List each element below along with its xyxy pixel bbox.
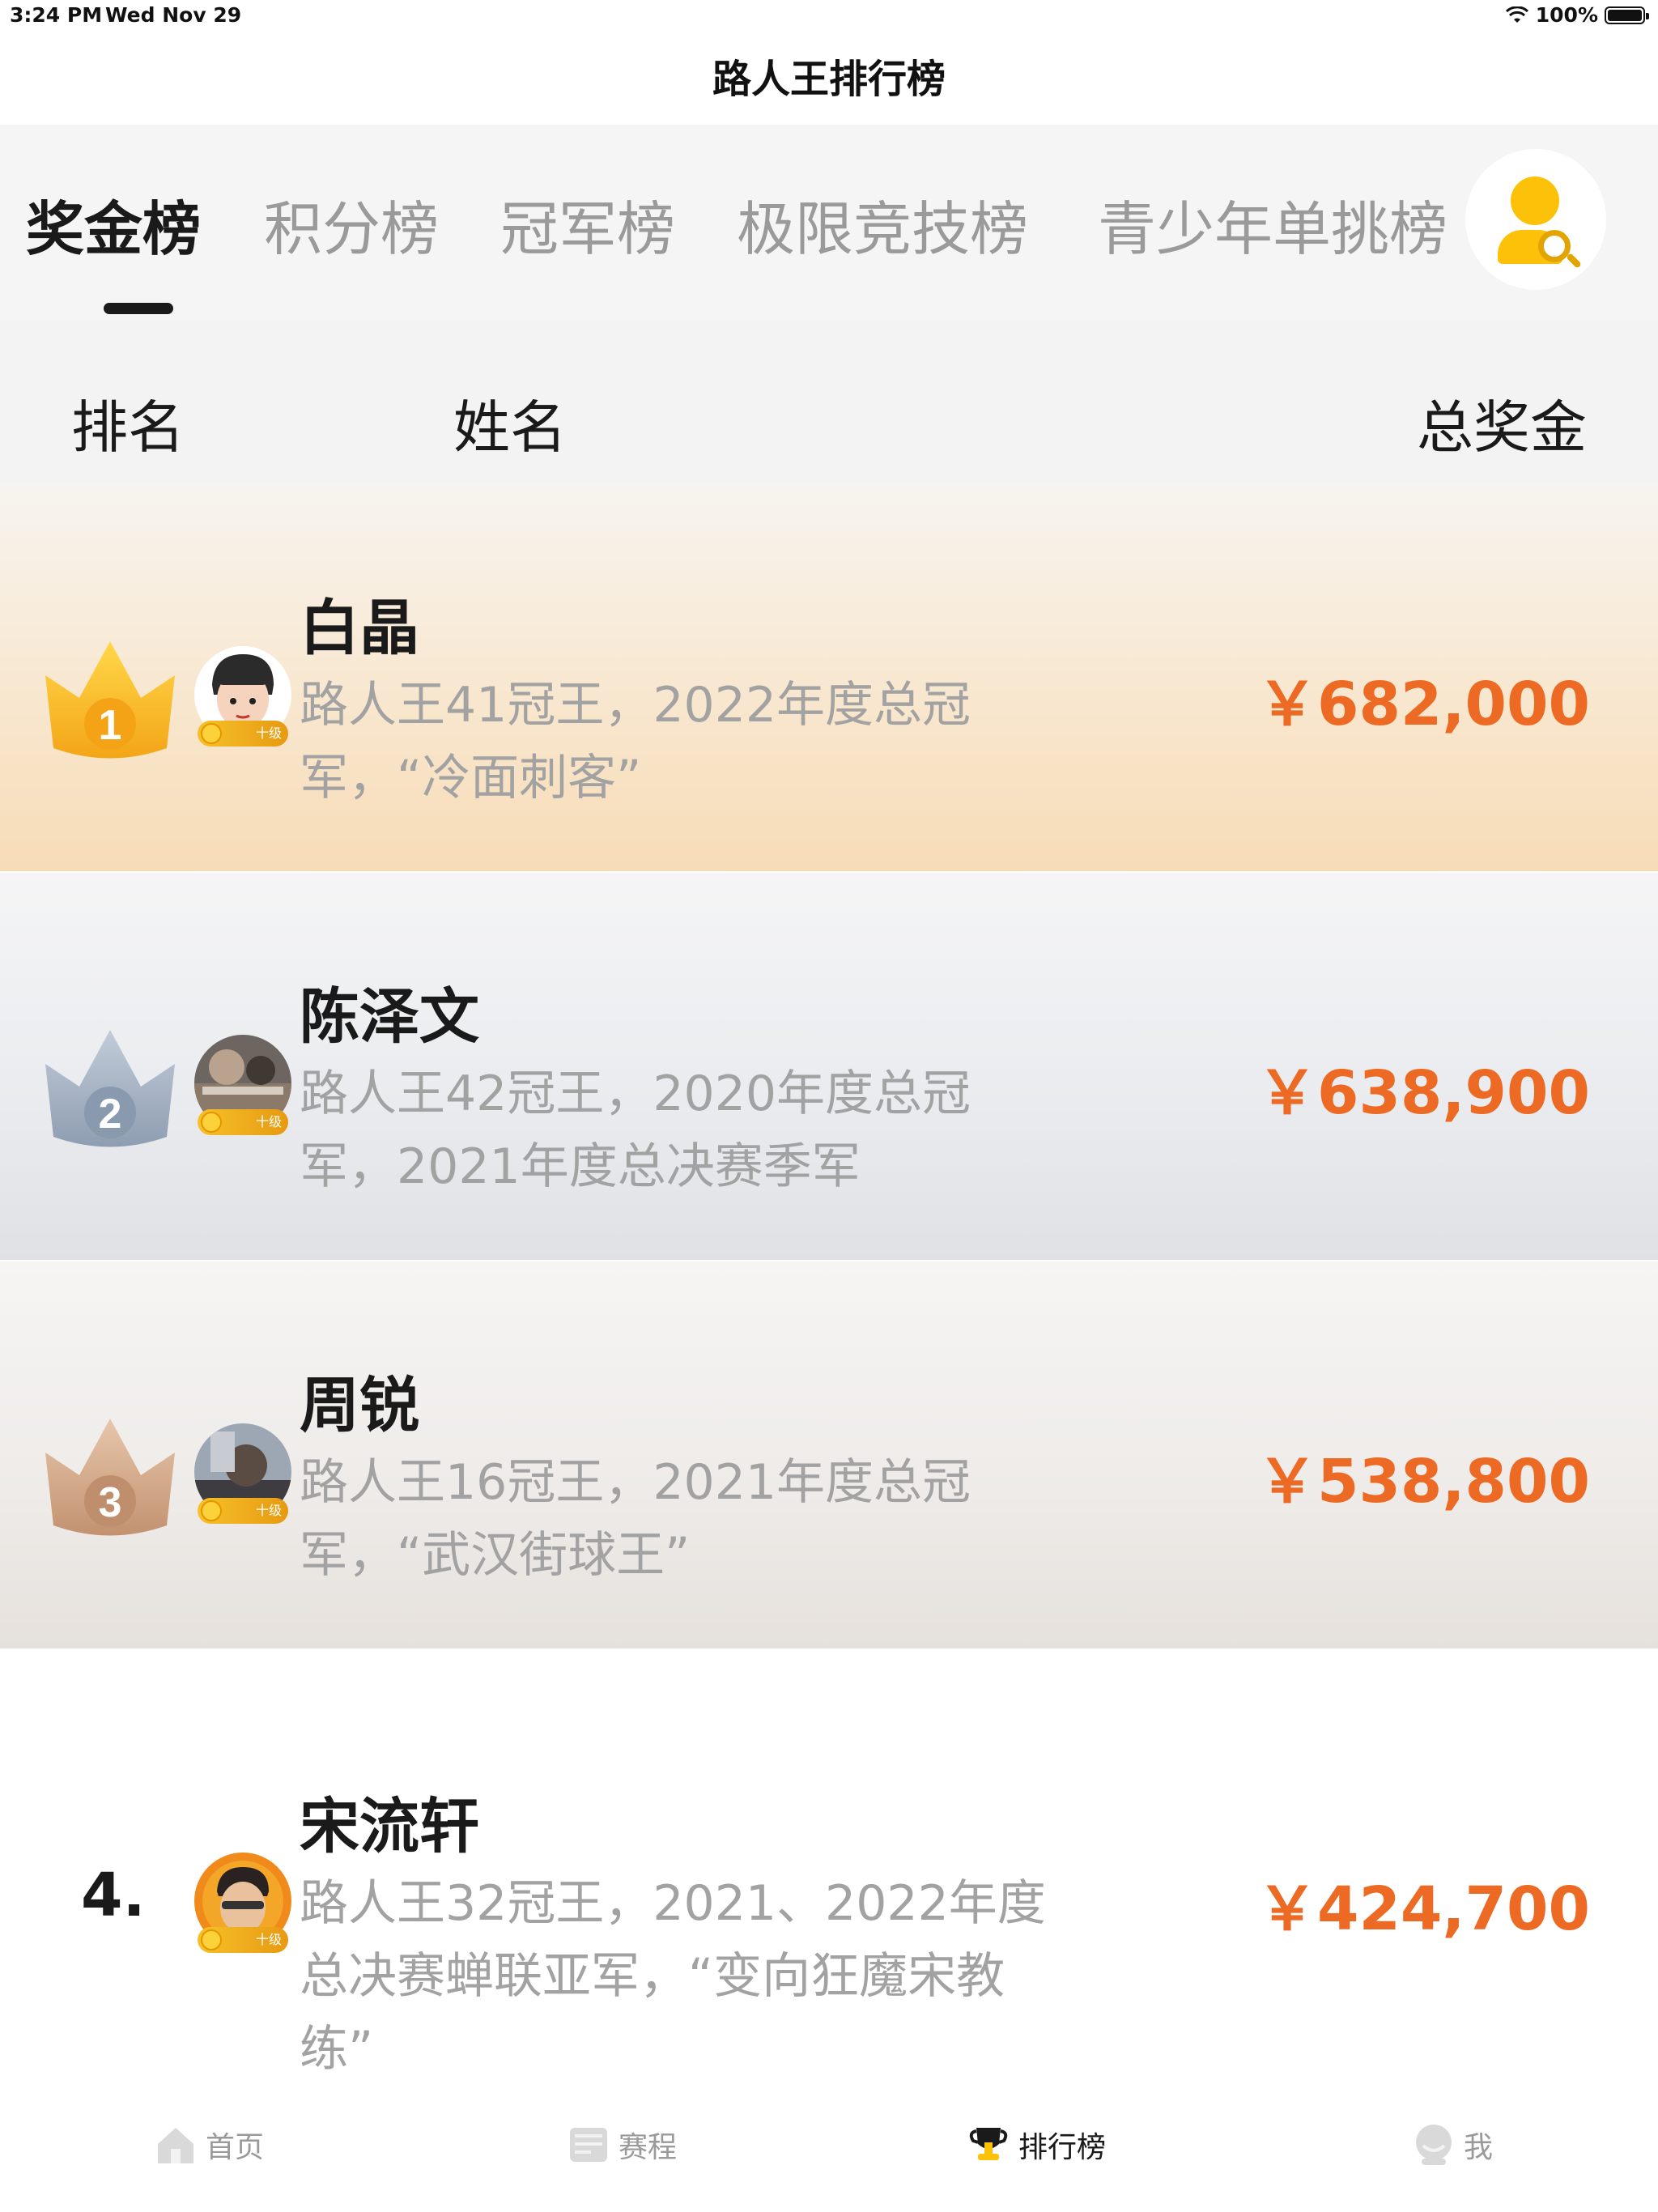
player-description: 路人王41冠王，2022年度总冠军，“冷面刺客”: [300, 677, 971, 806]
player-description: 路人王42冠王，2020年度总冠军，2021年度总决赛季军: [300, 1066, 971, 1195]
battery-icon: [1605, 6, 1649, 24]
tab-champion[interactable]: 冠军榜: [500, 181, 675, 266]
player-description: 路人王32冠王，2021、2022年度总决赛蝉联亚军，“变向狂魔宋教练”: [300, 1875, 1046, 2078]
page-title: 路人王排行榜: [712, 57, 946, 102]
player-description: 路人王16冠王，2021年度总冠军，“武汉街球王”: [300, 1454, 971, 1584]
status-time: 3:24 PM: [10, 3, 103, 27]
bronze-crown-icon: 3: [37, 1404, 183, 1550]
profile-icon: [1412, 2123, 1456, 2167]
nav-schedule[interactable]: 赛程: [567, 2123, 677, 2167]
silver-crown-icon: 2: [37, 1015, 183, 1161]
table-row[interactable]: 1 十级 白晶 路人王41冠王，2022年度总冠军，“冷面刺客” ￥682,00…: [0, 484, 1658, 871]
status-date: Wed Nov 29: [105, 3, 242, 27]
tab-youth[interactable]: 青少年单挑榜: [1098, 181, 1448, 266]
player-name: 陈泽文: [300, 982, 479, 1052]
nav-ranking[interactable]: 排行榜: [967, 2123, 1106, 2167]
level-badge-icon: [201, 723, 222, 744]
column-name: 姓名: [453, 394, 567, 461]
rank-number: 1: [99, 702, 122, 749]
player-prize: ￥538,800: [1256, 1447, 1590, 1516]
status-bar: 3:24 PM Wed Nov 29 100%: [0, 0, 1658, 32]
player-name: 周锐: [300, 1371, 419, 1440]
tab-bar: 奖金榜 积分榜 冠军榜 极限竞技榜 青少年单挑榜: [0, 125, 1658, 319]
home-icon: [154, 2123, 198, 2167]
battery-percent: 100%: [1535, 3, 1598, 27]
tab-points[interactable]: 积分榜: [264, 181, 439, 266]
column-rank: 排名: [71, 394, 185, 461]
player-name: 宋流轩: [300, 1792, 479, 1861]
nav-me[interactable]: 我: [1412, 2123, 1493, 2167]
table-row[interactable]: 3 十级 周锐 路人王16冠王，2021年度总冠军，“武汉街球王” ￥538,8…: [0, 1261, 1658, 1648]
nav-bar: 路人王排行榜: [0, 32, 1658, 125]
wifi-icon: [1505, 6, 1528, 23]
level-badge-icon: [201, 1929, 222, 1950]
player-prize: ￥424,700: [1256, 1874, 1590, 1944]
user-search-icon[interactable]: [1465, 149, 1606, 290]
nav-home-label: 首页: [206, 2131, 265, 2164]
bottom-nav: 首页 赛程 排行榜 我: [0, 2104, 1658, 2212]
nav-ranking-label: 排行榜: [1018, 2131, 1107, 2164]
player-name: 白晶: [300, 593, 419, 663]
nav-schedule-label: 赛程: [619, 2131, 678, 2164]
column-prize: 总奖金: [1417, 394, 1587, 461]
rank-number: 2: [99, 1091, 122, 1138]
level-badge: 十级: [198, 1109, 288, 1135]
player-prize: ￥682,000: [1256, 670, 1590, 739]
trophy-icon: [967, 2123, 1010, 2167]
level-badge: 十级: [198, 1927, 288, 1953]
level-badge: 十级: [198, 721, 288, 747]
table-row[interactable]: 2 十级 陈泽文 路人王42冠王，2020年度总冠军，2021年度总决赛季军 ￥…: [0, 873, 1658, 1260]
level-badge: 十级: [198, 1498, 288, 1524]
level-badge-icon: [201, 1500, 222, 1521]
tab-prize[interactable]: 奖金榜: [26, 181, 201, 266]
rank-number: 4.: [81, 1861, 146, 1930]
schedule-icon: [567, 2123, 610, 2167]
level-badge-icon: [201, 1112, 222, 1133]
nav-me-label: 我: [1464, 2131, 1494, 2164]
gold-crown-icon: 1: [37, 627, 183, 772]
tab-indicator: [104, 303, 173, 314]
status-right: 100%: [1505, 3, 1649, 27]
table-row[interactable]: 4. 十级 宋流轩 路人王32冠王，2021、2022年度总决赛蝉联亚军，“变向…: [0, 1682, 1658, 2104]
tab-extreme[interactable]: 极限竞技榜: [737, 181, 1028, 266]
nav-home[interactable]: 首页: [154, 2123, 264, 2167]
rank-number: 3: [99, 1479, 122, 1526]
player-prize: ￥638,900: [1256, 1058, 1590, 1128]
